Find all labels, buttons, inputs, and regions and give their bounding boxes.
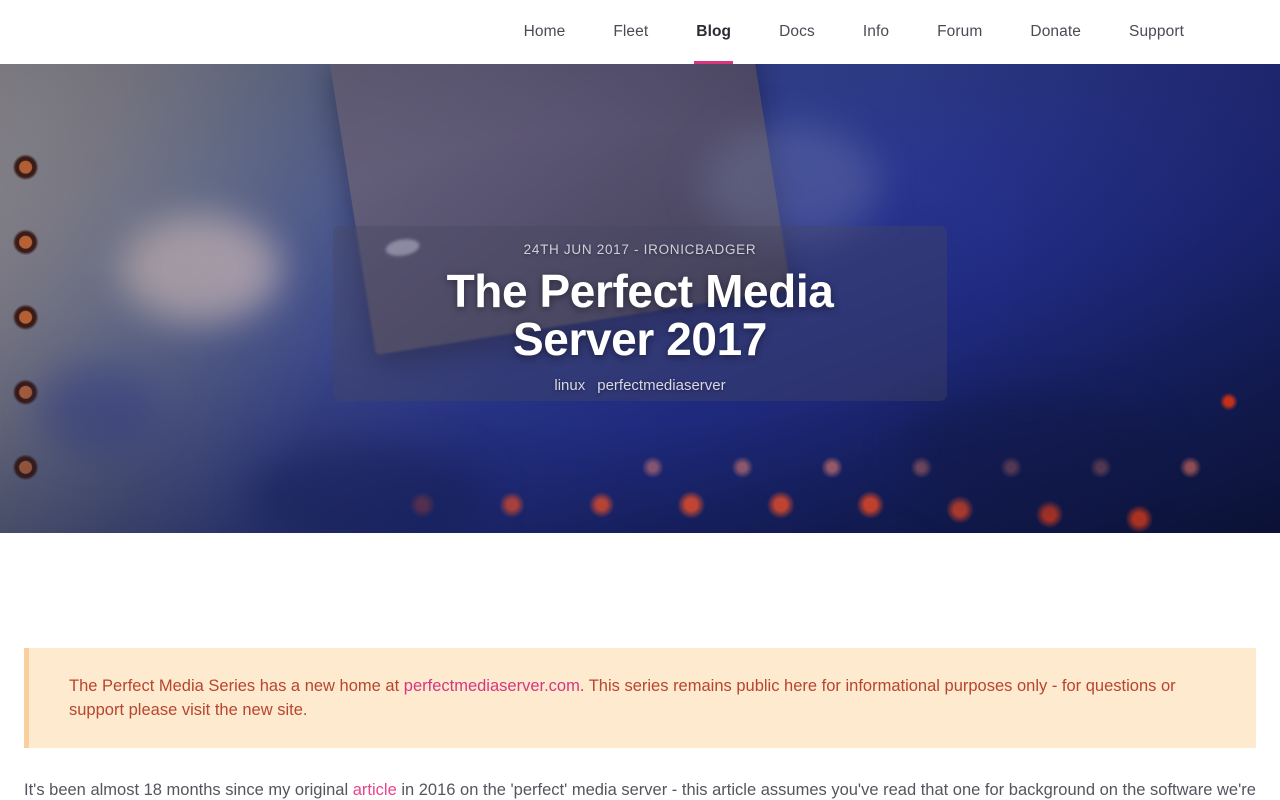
post-meta: 24TH JUN 2017 - IRONICBADGER [523, 242, 757, 257]
nav-item-support[interactable]: Support [1105, 0, 1208, 64]
nav-item-fleet[interactable]: Fleet [589, 0, 672, 64]
post-header-card: 24TH JUN 2017 - IRONICBADGER The Perfect… [333, 226, 947, 401]
nav-item-home[interactable]: Home [500, 0, 590, 64]
page-title: The Perfect Media Server 2017 [446, 265, 834, 365]
main-navigation: Home Fleet Blog Docs Info Forum Donate S… [500, 0, 1208, 64]
hero-banner: 24TH JUN 2017 - IRONICBADGER The Perfect… [0, 64, 1280, 533]
notice-banner: The Perfect Media Series has a new home … [24, 648, 1256, 748]
nav-item-donate[interactable]: Donate [1006, 0, 1105, 64]
nav-item-docs[interactable]: Docs [755, 0, 839, 64]
notice-link-perfectmediaserver[interactable]: perfectmediaserver.com [404, 677, 580, 695]
paragraph-text-before: It's been almost 18 months since my orig… [24, 781, 353, 799]
nav-item-forum[interactable]: Forum [913, 0, 1006, 64]
nav-item-blog[interactable]: Blog [672, 0, 755, 64]
article-paragraph: It's been almost 18 months since my orig… [24, 779, 1256, 800]
nav-item-info[interactable]: Info [839, 0, 913, 64]
post-tag-list: linux perfectmediaserver [554, 377, 725, 394]
post-tag-linux[interactable]: linux [554, 377, 585, 394]
site-header: Home Fleet Blog Docs Info Forum Donate S… [0, 0, 1280, 64]
notice-text-before: The Perfect Media Series has a new home … [69, 677, 404, 695]
article-content: The Perfect Media Series has a new home … [0, 648, 1280, 800]
article-link[interactable]: article [353, 781, 397, 799]
post-tag-perfectmediaserver[interactable]: perfectmediaserver [597, 377, 725, 394]
